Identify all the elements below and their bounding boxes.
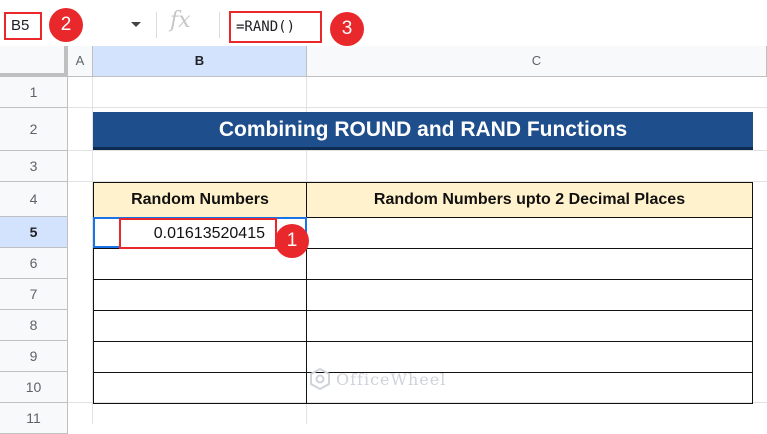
column-header-b[interactable]: B (93, 46, 307, 77)
callout-badge-1: 1 (275, 224, 309, 258)
row-header-7[interactable]: 7 (0, 279, 68, 310)
formula-input[interactable]: =RAND() (229, 11, 322, 43)
callout-badge-3: 3 (330, 12, 364, 46)
gridline (68, 150, 767, 151)
divider (219, 12, 220, 38)
cell-b8[interactable] (93, 310, 307, 342)
column-header-a[interactable]: A (68, 46, 93, 77)
cell-c9[interactable] (306, 341, 753, 373)
row-header-10[interactable]: 10 (0, 372, 68, 403)
select-all-corner[interactable] (0, 46, 68, 77)
formula-bar: B5 2 fx =RAND() 3 (0, 0, 767, 47)
cell-b9[interactable] (93, 341, 307, 373)
column-header-c[interactable]: C (307, 46, 767, 77)
cell-b7[interactable] (93, 279, 307, 311)
header-rounded-numbers[interactable]: Random Numbers upto 2 Decimal Places (306, 182, 753, 218)
row-header-8[interactable]: 8 (0, 310, 68, 341)
row-header-3[interactable]: 3 (0, 151, 68, 182)
cell-b10[interactable] (93, 372, 307, 404)
name-box[interactable]: B5 (4, 12, 42, 40)
cell-c8[interactable] (306, 310, 753, 342)
row-header-2[interactable]: 2 (0, 108, 68, 151)
callout-badge-2: 2 (49, 8, 83, 42)
sheet-title: Combining ROUND and RAND Functions (93, 112, 753, 150)
cell-c7[interactable] (306, 279, 753, 311)
watermark-text: OfficeWheel (336, 370, 447, 389)
officewheel-logo-icon (310, 368, 330, 390)
fx-icon: fx (170, 8, 191, 33)
gridline (68, 107, 767, 108)
name-box-dropdown-icon[interactable] (131, 22, 141, 27)
cell-c6[interactable] (306, 248, 753, 280)
row-header-6[interactable]: 6 (0, 248, 68, 279)
divider (156, 12, 157, 38)
row-header-4[interactable]: 4 (0, 182, 68, 217)
header-random-numbers[interactable]: Random Numbers (93, 182, 307, 218)
cell-c5[interactable] (306, 217, 753, 249)
row-header-5[interactable]: 5 (0, 217, 68, 248)
row-header-9[interactable]: 9 (0, 341, 68, 372)
cell-b6[interactable] (93, 248, 307, 280)
row-header-11[interactable]: 11 (0, 403, 68, 434)
random-value-cell[interactable]: 0.01613520415 (119, 218, 277, 249)
row-header-1[interactable]: 1 (0, 77, 68, 108)
